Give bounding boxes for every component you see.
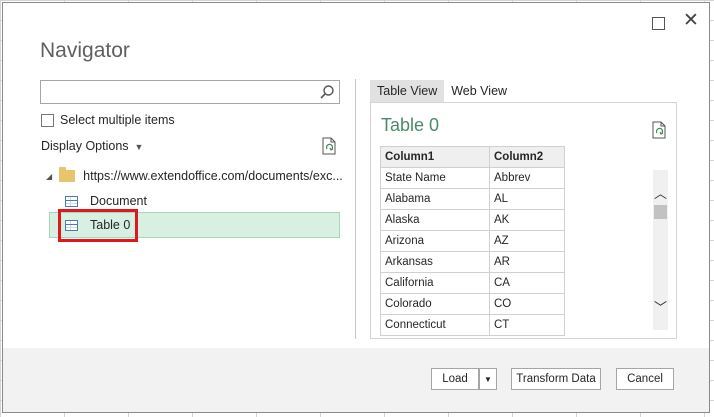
scrollbar-thumb[interactable] (654, 205, 667, 219)
tree-folder-item[interactable]: ◢ https://www.extendoffice.com/documents… (46, 167, 343, 183)
view-tabs: Table View Web View (370, 80, 514, 102)
table-cell: CT (489, 314, 565, 336)
table-cell: Abbrev (489, 167, 565, 189)
table-icon (65, 195, 78, 207)
scroll-down-icon[interactable]: ﹀ (653, 297, 668, 316)
table-cell: Arkansas (380, 251, 490, 273)
table-row: Alabama AL (380, 188, 565, 210)
table-cell: Connecticut (380, 314, 490, 336)
table-cell: AK (489, 209, 565, 231)
transform-data-button[interactable]: Transform Data (511, 368, 601, 390)
table-row: Arkansas AR (380, 251, 565, 273)
table-cell: AL (489, 188, 565, 210)
preview-table: Column1 Column2 State Name Abbrev Alabama… (380, 146, 565, 336)
vertical-scrollbar[interactable]: ︿ ﹀ (653, 170, 668, 330)
red-highlight-box (58, 209, 138, 242)
panel-divider (355, 79, 356, 339)
table-header-row: Column1 Column2 (380, 146, 565, 168)
table-cell: AZ (489, 230, 565, 252)
search-input[interactable] (40, 80, 340, 104)
table-row: Colorado CO (380, 293, 565, 315)
chevron-down-icon: ▼ (484, 374, 492, 384)
select-multiple-checkbox[interactable]: Select multiple items (41, 113, 175, 127)
refresh-icon[interactable] (651, 121, 667, 139)
table-cell: CO (489, 293, 565, 315)
chevron-down-icon: ▼ (134, 142, 144, 152)
collapse-triangle-icon[interactable]: ◢ (46, 172, 52, 181)
display-options-label: Display Options (41, 139, 129, 153)
display-options-dropdown[interactable]: Display Options ▼ (41, 139, 143, 153)
refresh-icon[interactable] (321, 137, 337, 155)
scroll-up-icon[interactable]: ︿ (653, 183, 668, 202)
tab-web-view[interactable]: Web View (444, 80, 514, 102)
table-row: State Name Abbrev (380, 167, 565, 189)
checkbox-box[interactable] (41, 113, 54, 127)
table-row: Connecticut CT (380, 314, 565, 336)
cancel-button[interactable]: Cancel (616, 368, 674, 390)
tree-item-document[interactable]: Document (65, 194, 147, 208)
tree-item-label: Document (90, 194, 147, 208)
load-dropdown-button[interactable]: ▼ (479, 368, 497, 390)
preview-pane: Table 0 Column1 Column2 State Name Abbrev… (370, 102, 677, 339)
folder-url-label: https://www.extendoffice.com/documents/e… (83, 169, 343, 183)
table-cell: California (380, 272, 490, 294)
table-row: Arizona AZ (380, 230, 565, 252)
table-cell: Colorado (380, 293, 490, 315)
dialog-title: Navigator (40, 39, 130, 62)
dialog-footer: Load ▼ Transform Data Cancel (3, 348, 709, 412)
column-header[interactable]: Column1 (380, 146, 490, 168)
select-multiple-label: Select multiple items (60, 113, 175, 127)
table-cell: CA (489, 272, 565, 294)
close-button[interactable]: ✕ (683, 11, 699, 30)
table-cell: Alaska (380, 209, 490, 231)
maximize-button[interactable] (652, 17, 665, 30)
navigator-dialog: ✕ Navigator Select multiple items Displa… (2, 2, 710, 413)
table-cell: State Name (380, 167, 490, 189)
table-row: California CA (380, 272, 565, 294)
preview-title: Table 0 (381, 115, 440, 135)
load-button[interactable]: Load (431, 368, 479, 390)
folder-icon (59, 167, 76, 182)
table-cell: AR (489, 251, 565, 273)
table-cell: Alabama (380, 188, 490, 210)
table-cell: Arizona (380, 230, 490, 252)
table-row: Alaska AK (380, 209, 565, 231)
search-icon[interactable] (319, 84, 335, 100)
column-header[interactable]: Column2 (489, 146, 565, 168)
tab-table-view[interactable]: Table View (370, 80, 445, 102)
